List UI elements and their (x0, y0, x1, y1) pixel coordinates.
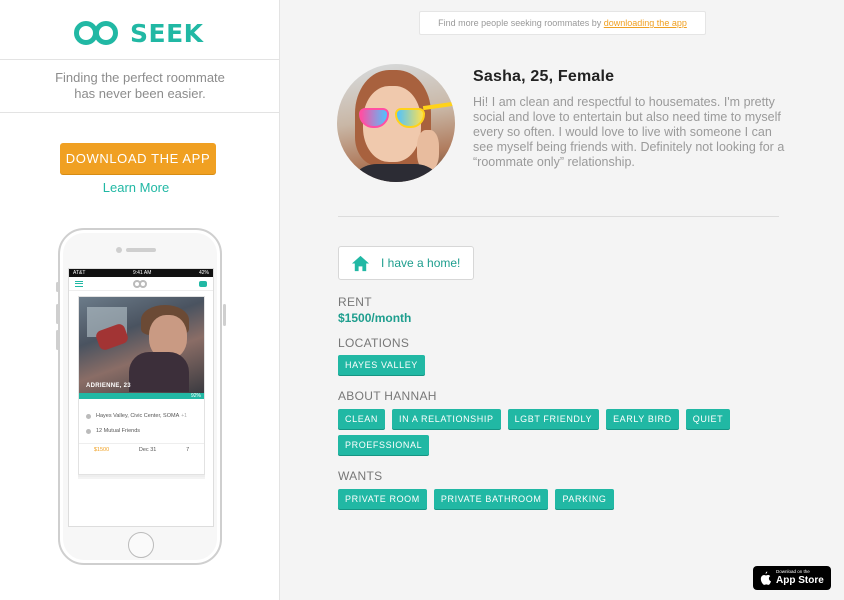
profile-avatar (337, 64, 455, 182)
card-footer: $1500 Dec 31 7 (79, 447, 204, 453)
card-divider (79, 443, 204, 444)
card-count: 7 (186, 447, 190, 453)
card-location-more: +1 (181, 413, 187, 419)
phone-power-button (223, 304, 226, 326)
about-label: ABOUT HANNAH (338, 389, 437, 403)
phone-volume-up (56, 304, 59, 324)
about-tag[interactable]: IN A RELATIONSHIP (392, 409, 501, 429)
card-mutual-text: 12 Mutual Friends (96, 428, 141, 434)
app-store-big-text: App Store (776, 574, 824, 586)
sidebar: SEEK Finding the perfect roommate has ne… (0, 0, 280, 600)
promo-text: Find more people seeking roommates by (438, 18, 602, 28)
profile-name: Sasha, 25, Female (473, 68, 615, 85)
card-photo (79, 297, 204, 393)
phone-camera (116, 247, 122, 253)
want-tag[interactable]: PARKING (555, 489, 614, 509)
tagline-line-1: Finding the perfect roommate (55, 70, 225, 85)
house-icon (351, 255, 370, 271)
about-tag[interactable]: LGBT FRIENDLY (507, 409, 600, 429)
about-tag[interactable]: CLEAN (338, 409, 386, 429)
status-carrier: AT&T (73, 270, 86, 276)
rent-value: $1500/month (338, 311, 412, 325)
locations-tags: HAYES VALLEY (338, 355, 778, 375)
tagline-line-2: has never been easier. (74, 86, 206, 101)
learn-more-link[interactable]: Learn More (0, 180, 272, 195)
divider (0, 59, 280, 60)
want-tag[interactable]: PRIVATE ROOM (338, 489, 427, 509)
apple-icon (760, 571, 771, 585)
phone-screen: AT&T 9:41 AM 42% ADRIENNE, 23 92% Hayes … (68, 268, 214, 527)
card-date: Dec 31 (138, 447, 157, 453)
chat-icon[interactable] (199, 280, 207, 287)
location-tag[interactable]: HAYES VALLEY (338, 355, 425, 375)
about-tags: CLEAN IN A RELATIONSHIP LGBT FRIENDLY EA… (338, 409, 778, 455)
infinity-logo-icon (74, 20, 122, 46)
phone-mute-switch (56, 282, 59, 292)
wants-tags: PRIVATE ROOM PRIVATE BATHROOM PARKING (338, 489, 778, 509)
seek-mini-logo-icon (133, 279, 147, 288)
about-tag[interactable]: PROEFSSIONAL (338, 435, 430, 455)
card-match-bar: 92% (79, 393, 204, 399)
about-tag[interactable]: QUIET (685, 409, 731, 429)
tagline: Finding the perfect roommate has never b… (0, 70, 280, 102)
card-price: $1500 (93, 447, 110, 453)
logo-text: SEEK (130, 18, 204, 48)
card-mutual-friends: 12 Mutual Friends (86, 428, 140, 434)
roommate-card[interactable]: ADRIENNE, 23 92% Hayes Valley, Civic Cen… (78, 296, 205, 475)
download-link[interactable]: downloading the app (604, 18, 687, 28)
status-time: 9:41 AM (133, 270, 152, 276)
app-store-badge[interactable]: Download on the App Store (753, 566, 831, 590)
app-bar (69, 277, 213, 291)
people-icon (86, 428, 91, 434)
card-name: ADRIENNE, 23 (86, 383, 131, 389)
phone-mockup: AT&T 9:41 AM 42% ADRIENNE, 23 92% Hayes … (56, 228, 226, 565)
status-battery: 42% (198, 270, 209, 276)
phone-speaker (126, 248, 156, 252)
status-bar: AT&T 9:41 AM 42% (69, 269, 213, 277)
rent-label: RENT (338, 295, 372, 309)
locations-label: LOCATIONS (338, 336, 410, 350)
about-tag[interactable]: EARLY BIRD (606, 409, 679, 429)
card-location-text: Hayes Valley, Civic Center, SOMA (96, 413, 180, 419)
menu-icon[interactable] (75, 280, 83, 287)
have-home-button[interactable]: I have a home! (338, 246, 474, 280)
wants-label: WANTS (338, 469, 383, 483)
phone-volume-down (56, 330, 59, 350)
download-app-button[interactable]: DOWNLOAD THE APP (60, 143, 216, 174)
divider (0, 112, 280, 113)
phone-home-button (128, 532, 154, 558)
location-pin-icon (86, 413, 91, 419)
want-tag[interactable]: PRIVATE BATHROOM (433, 489, 549, 509)
card-match-percent: 92% (190, 393, 201, 399)
profile-bio: Hi! I am clean and respectful to housema… (473, 95, 785, 169)
have-home-label: I have a home! (381, 256, 461, 270)
divider (338, 216, 779, 217)
card-location: Hayes Valley, Civic Center, SOMA +1 (86, 413, 187, 419)
promo-banner: Find more people seeking roommates by do… (419, 11, 706, 35)
seek-logo[interactable]: SEEK (74, 18, 204, 48)
